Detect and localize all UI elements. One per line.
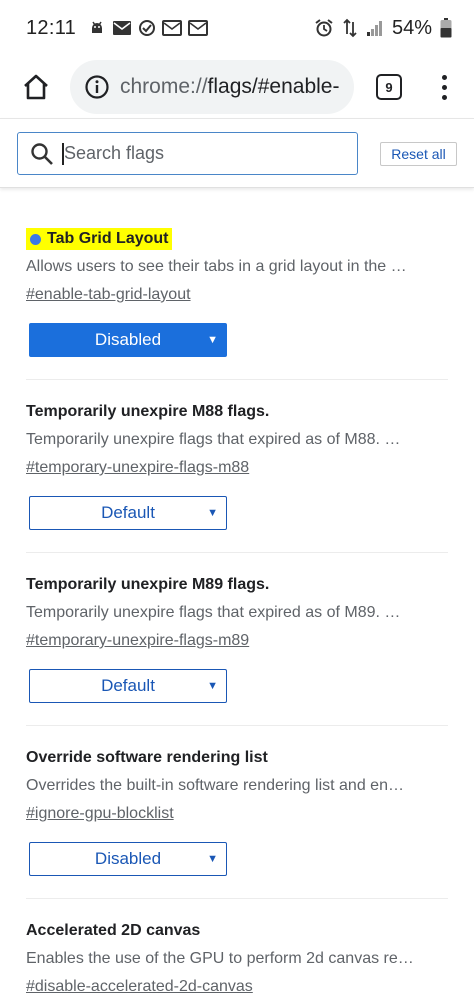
url-scheme: chrome:// xyxy=(120,75,208,98)
mail-icon xyxy=(188,20,209,36)
flag-permalink[interactable]: #disable-accelerated-2d-canvas xyxy=(26,976,253,998)
alarm-icon xyxy=(315,19,333,37)
divider xyxy=(26,552,448,553)
notification-icons xyxy=(88,19,209,37)
flag-item: Tab Grid Layout Allows users to see thei… xyxy=(26,228,448,357)
flag-title-text: Tab Grid Layout xyxy=(47,230,169,247)
search-icon xyxy=(31,142,53,165)
home-icon xyxy=(24,74,48,100)
flag-item: Override software rendering list Overrid… xyxy=(26,747,448,876)
flag-modified-dot xyxy=(30,233,41,245)
menu-dot xyxy=(441,94,447,100)
signal-icon xyxy=(366,21,382,36)
flag-item: Temporarily unexpire M89 flags. Temporar… xyxy=(26,574,448,703)
check-circle-icon xyxy=(139,20,156,36)
divider xyxy=(26,379,448,380)
flag-title-text: Accelerated 2D canvas xyxy=(26,922,201,939)
data-transfer-icon xyxy=(343,18,357,38)
search-box[interactable] xyxy=(17,132,358,175)
flag-permalink[interactable]: #temporary-unexpire-flags-m88 xyxy=(26,457,249,479)
flag-select-value: Default xyxy=(101,503,155,522)
flag-title: Temporarily unexpire M89 flags. xyxy=(26,574,269,596)
flag-select-value: Disabled xyxy=(94,330,162,349)
dropdown-arrow-icon: ▼ xyxy=(207,680,218,692)
status-time: 12:11 xyxy=(26,16,77,39)
flag-select-value: Default xyxy=(101,676,155,695)
android-debug-icon xyxy=(92,21,103,33)
search-header: Reset all xyxy=(0,118,474,188)
battery-percent: 54% xyxy=(391,16,432,39)
reset-all-button[interactable]: Reset all xyxy=(380,142,457,166)
dropdown-arrow-icon: ▼ xyxy=(207,507,218,519)
flag-title-text: Temporarily unexpire M89 flags. xyxy=(26,576,270,593)
system-status: 54% xyxy=(314,17,452,40)
flag-description: Temporarily unexpire flags that expired … xyxy=(26,604,401,621)
mail-icon xyxy=(113,21,132,35)
flag-description: Temporarily unexpire flags that expired … xyxy=(26,431,401,448)
menu-dot xyxy=(441,74,447,80)
flag-item: Temporarily unexpire M88 flags. Temporar… xyxy=(26,401,448,530)
flag-title: Tab Grid Layout xyxy=(26,228,173,250)
battery-icon xyxy=(440,18,452,38)
address-bar[interactable]: chrome://flags/#enable- xyxy=(70,60,354,114)
flag-permalink[interactable]: #enable-tab-grid-layout xyxy=(26,284,191,306)
url-path: flags/#enable- xyxy=(207,75,340,98)
flag-description: Enables the use of the GPU to perform 2d… xyxy=(26,950,414,967)
mail-icon xyxy=(162,20,183,36)
flag-select[interactable]: Disabled ▼ xyxy=(29,323,227,357)
flag-title: Accelerated 2D canvas xyxy=(26,920,200,942)
menu-button[interactable] xyxy=(434,67,454,107)
divider xyxy=(26,898,448,899)
dropdown-arrow-icon: ▼ xyxy=(207,334,218,346)
flag-select[interactable]: Disabled ▼ xyxy=(29,842,227,876)
info-icon[interactable] xyxy=(84,74,110,100)
flag-select-value: Disabled xyxy=(94,849,162,868)
tab-switcher-button[interactable]: 9 xyxy=(376,74,402,100)
browser-toolbar: chrome://flags/#enable- 9 xyxy=(0,56,474,118)
flag-title-text: Override software rendering list xyxy=(26,749,268,766)
flag-description: Overrides the built-in software renderin… xyxy=(26,777,404,794)
flag-title: Temporarily unexpire M88 flags. xyxy=(26,401,269,423)
flag-title-text: Temporarily unexpire M88 flags. xyxy=(26,403,270,420)
home-button[interactable] xyxy=(16,67,56,107)
flag-item: Accelerated 2D canvas Enables the use of… xyxy=(26,920,448,998)
search-input[interactable] xyxy=(64,143,324,164)
flag-title: Override software rendering list xyxy=(26,747,268,769)
flag-permalink[interactable]: #ignore-gpu-blocklist xyxy=(26,803,174,825)
divider xyxy=(26,725,448,726)
flag-description: Allows users to see their tabs in a grid… xyxy=(26,258,407,275)
menu-dot xyxy=(441,84,447,90)
flag-permalink[interactable]: #temporary-unexpire-flags-m89 xyxy=(26,630,249,652)
flag-select[interactable]: Default ▼ xyxy=(29,496,227,530)
status-bar: 12:11 54% xyxy=(0,0,474,56)
dropdown-arrow-icon: ▼ xyxy=(207,853,218,865)
url-text[interactable]: chrome://flags/#enable- xyxy=(120,75,339,99)
flag-select[interactable]: Default ▼ xyxy=(29,669,227,703)
